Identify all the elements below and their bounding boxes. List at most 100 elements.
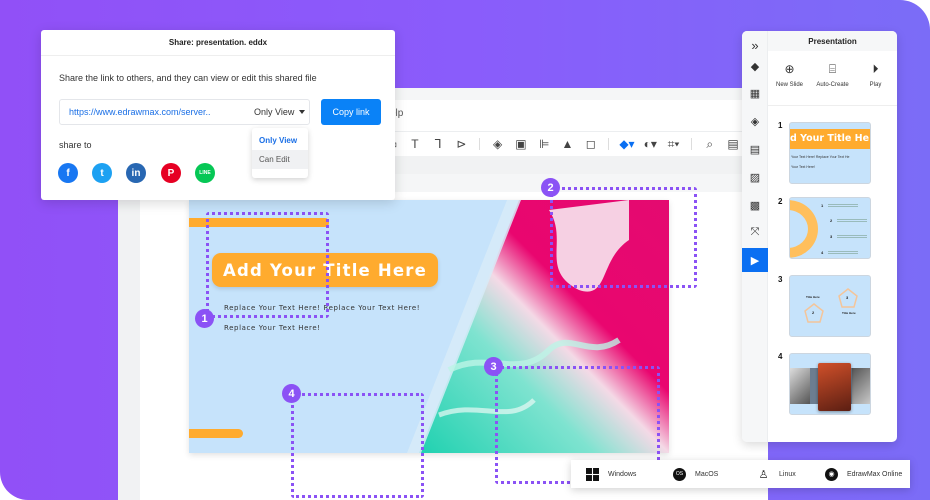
thumb-2-step-4: 4 xyxy=(821,250,824,255)
windows-icon xyxy=(586,467,599,481)
grid-icon[interactable]: ▦ xyxy=(744,82,766,104)
thumb-2-step-1: 1 xyxy=(821,203,824,208)
linkedin-icon[interactable]: in xyxy=(126,163,146,183)
document-icon[interactable]: ▤ xyxy=(744,138,766,160)
callout-badge-3: 3 xyxy=(484,357,503,376)
fill-icon[interactable]: ◆ xyxy=(744,55,766,77)
flip-icon[interactable]: ▲ xyxy=(556,134,579,154)
share-dialog: Share: presentation. eddx Share the link… xyxy=(41,30,395,200)
platform-macos[interactable]: OS MacOS xyxy=(673,460,718,488)
permission-select[interactable]: Only View xyxy=(254,107,294,117)
crop-icon[interactable]: ⌗▾ xyxy=(662,134,685,154)
group-icon[interactable]: ▣ xyxy=(509,134,532,154)
platform-label-windows: Windows xyxy=(608,470,637,478)
callout-badge-2: 2 xyxy=(541,178,560,197)
platform-windows[interactable]: Windows xyxy=(586,460,636,488)
twitter-icon[interactable]: t xyxy=(92,163,112,183)
permission-option-can-edit[interactable]: Can Edit xyxy=(252,150,308,169)
text-tool-icon[interactable]: T xyxy=(403,134,426,154)
share-dialog-title: Share: presentation. eddx xyxy=(41,30,395,56)
toolbar-divider xyxy=(691,138,693,150)
platform-label-linux: Linux xyxy=(779,470,796,478)
puzzle-icon[interactable]: ▩ xyxy=(744,194,766,216)
new-slide-button[interactable]: ⊕ New Slide xyxy=(768,61,811,88)
thumb-2-step-2: 2 xyxy=(830,218,833,223)
left-ruler xyxy=(118,174,140,500)
search-icon[interactable]: ⌕ xyxy=(698,134,721,154)
thumb-3-caption-2: Title Here xyxy=(842,311,856,315)
presentation-icon[interactable]: ▶ xyxy=(742,248,768,272)
play-circle-icon: ⏵ xyxy=(872,62,879,76)
thumb-3-caption-1: Title Here xyxy=(806,295,820,299)
share-link-field[interactable]: https://www.edrawmax.com/server.. Only V… xyxy=(59,99,310,125)
thumb-3-shape-label-2: 3 xyxy=(846,295,849,300)
callout-badge-4: 4 xyxy=(282,384,301,403)
permission-option-only-view[interactable]: Only View xyxy=(252,131,308,150)
copy-link-button[interactable]: Copy link xyxy=(321,99,381,125)
frame-icon[interactable]: ◻ xyxy=(579,134,602,154)
panel-actions: ⊕ New Slide ⌸ Auto-Create ⏵ Play xyxy=(768,51,897,106)
background-corner xyxy=(900,0,930,30)
callout-box-1 xyxy=(206,212,329,318)
thumb-3-shapes xyxy=(804,288,858,323)
thumb-2-step-3: 3 xyxy=(830,234,833,239)
new-slide-label: New Slide xyxy=(775,82,803,88)
slide-thumbnail-2[interactable]: 1 2 3 4 xyxy=(789,197,871,259)
chrome-icon: ◉ xyxy=(825,467,838,481)
toolbar-divider xyxy=(608,138,610,150)
callout-box-4 xyxy=(291,393,424,498)
facebook-glyph: f xyxy=(66,167,70,179)
platform-online[interactable]: ◉ EdrawMax Online xyxy=(825,460,902,488)
easel-icon: ⌸ xyxy=(828,62,837,76)
slide-thumbnail-3[interactable]: 2 3 Title Here Title Here xyxy=(789,275,871,337)
slide-text-line-2[interactable]: Replace Your Text Here! xyxy=(224,324,321,332)
toolbar-divider xyxy=(479,138,481,150)
platform-linux[interactable]: ♙ Linux xyxy=(757,460,796,488)
line-icon[interactable]: LINE xyxy=(195,163,215,183)
linux-icon: ♙ xyxy=(758,468,769,481)
collapse-icon[interactable]: » xyxy=(744,34,766,56)
slide-bottom-bar xyxy=(189,429,243,438)
layers-icon[interactable]: ◈ xyxy=(486,134,509,154)
caret-down-icon[interactable] xyxy=(299,110,305,114)
pinterest-icon[interactable]: P xyxy=(161,163,181,183)
thumb-4-photo-left xyxy=(790,368,810,404)
fill-color-icon[interactable]: ◆▾ xyxy=(615,134,638,154)
macos-icon: OS xyxy=(673,467,686,481)
thumb-4-photo-center xyxy=(818,363,851,411)
platform-label-macos: MacOS xyxy=(695,470,719,478)
align-icon[interactable]: ⊫ xyxy=(533,134,556,154)
slide-thumbnail-4[interactable] xyxy=(789,353,871,415)
layers-icon[interactable]: ◈ xyxy=(744,110,766,132)
thumbnail-number-2: 2 xyxy=(778,197,783,206)
thumb-2-lines xyxy=(837,235,867,238)
thumbnail-number-1: 1 xyxy=(778,121,783,130)
thumb-1-line-2: Your Text Here! xyxy=(791,165,815,169)
thumb-1-line-1: Your Text Here! Replace Your Text He xyxy=(791,155,850,159)
plus-circle-icon: ⊕ xyxy=(784,62,795,76)
thumb-2-arc xyxy=(790,200,818,258)
thumb-2-lines xyxy=(828,204,858,207)
facebook-icon[interactable]: f xyxy=(58,163,78,183)
thumb-3-shape-label-1: 2 xyxy=(812,310,815,315)
thumbnail-number-4: 4 xyxy=(778,352,783,361)
slide-thumbnail-1[interactable]: d Your Title He Your Text Here! Replace … xyxy=(789,122,871,184)
thumb-2-lines xyxy=(837,219,867,222)
permission-dropdown: Only View Can Edit xyxy=(252,128,308,178)
auto-create-button[interactable]: ⌸ Auto-Create xyxy=(811,61,854,88)
image-icon[interactable]: ▨ xyxy=(744,166,766,188)
shape-style-icon[interactable]: ◐▾ xyxy=(639,134,662,154)
share-to-label: share to xyxy=(59,140,92,150)
play-label: Play xyxy=(869,82,882,88)
platform-label-online: EdrawMax Online xyxy=(847,470,903,478)
network-icon[interactable]: ⤧ xyxy=(744,221,766,243)
play-button[interactable]: ⏵ Play xyxy=(854,61,897,88)
pointer-tool-icon[interactable]: ⊳ xyxy=(450,134,473,154)
thumb-4-photo-right xyxy=(852,368,870,404)
share-link-url[interactable]: https://www.edrawmax.com/server.. xyxy=(69,107,211,117)
connector-tool-icon[interactable]: ⅂ xyxy=(427,134,450,154)
side-rail: » ◆ ▦ ◈ ▤ ▨ ▩ ⤧ ▶ xyxy=(742,31,768,442)
thumbnail-number-3: 3 xyxy=(778,275,783,284)
linkedin-glyph: in xyxy=(131,167,141,179)
presentation-panel: » ◆ ▦ ◈ ▤ ▨ ▩ ⤧ ▶ Presentation ⊕ New Sli… xyxy=(742,31,897,442)
